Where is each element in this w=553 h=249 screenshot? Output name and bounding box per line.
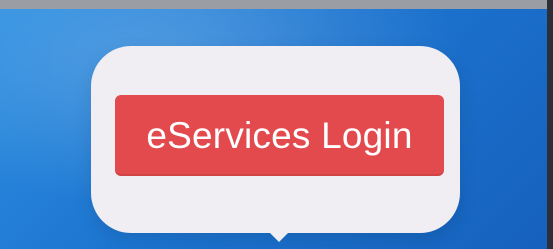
- right-edge: [547, 0, 553, 249]
- top-bar: [0, 0, 553, 9]
- speech-bubble-tail: [265, 228, 293, 242]
- eservices-login-button[interactable]: eServices Login: [115, 95, 444, 176]
